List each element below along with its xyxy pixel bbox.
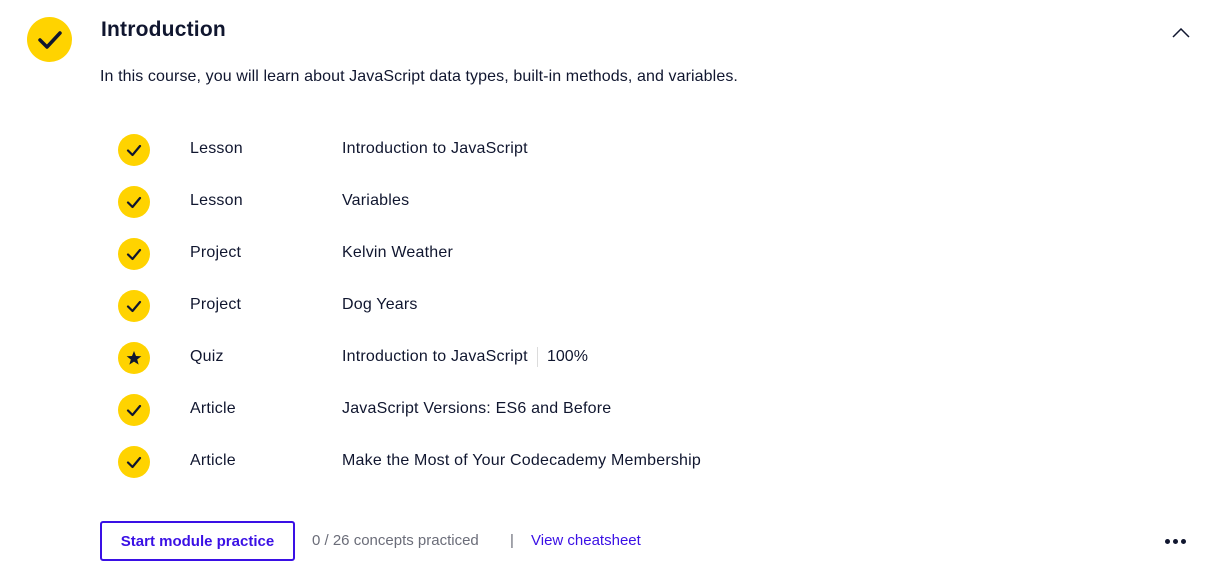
- module-item-row[interactable]: Article Make the Most of Your Codecademy …: [0, 440, 900, 492]
- more-dot: [1180, 538, 1186, 544]
- item-type-label: Project: [190, 296, 242, 313]
- view-cheatsheet-link[interactable]: View cheatsheet: [531, 532, 641, 549]
- item-status-badge: [118, 238, 150, 270]
- module-item-row[interactable]: Lesson Variables: [0, 180, 900, 232]
- item-status-badge: [118, 290, 150, 322]
- item-status-badge: [118, 446, 150, 478]
- star-icon: [126, 351, 142, 365]
- item-title-link[interactable]: Introduction to JavaScript: [342, 348, 528, 366]
- item-status-badge: [118, 134, 150, 166]
- module-title: Introduction: [101, 18, 226, 41]
- item-type-label: Lesson: [190, 140, 243, 157]
- start-module-practice-button[interactable]: Start module practice: [100, 521, 295, 561]
- item-type-label: Article: [190, 400, 236, 417]
- chevron-up-icon: [1172, 28, 1190, 38]
- item-title-link[interactable]: Variables: [342, 192, 409, 210]
- check-icon: [126, 196, 142, 208]
- concepts-practiced-count: 0 / 26 concepts practiced: [312, 532, 479, 549]
- module-item-row[interactable]: Project Dog Years: [0, 284, 900, 336]
- more-options-button[interactable]: [1160, 530, 1190, 552]
- check-icon: [126, 456, 142, 468]
- module-description: In this course, you will learn about Jav…: [100, 68, 738, 85]
- item-title-link[interactable]: Introduction to JavaScript: [342, 140, 528, 158]
- check-icon: [126, 144, 142, 156]
- collapse-button[interactable]: [1168, 22, 1194, 44]
- module-item-row[interactable]: Lesson Introduction to JavaScript: [0, 128, 900, 180]
- item-title-link[interactable]: Make the Most of Your Codecademy Members…: [342, 452, 701, 470]
- item-title-link[interactable]: JavaScript Versions: ES6 and Before: [342, 400, 611, 418]
- item-status-badge: [118, 186, 150, 218]
- item-type-label: Quiz: [190, 348, 224, 365]
- check-icon: [126, 248, 142, 260]
- check-icon: [126, 404, 142, 416]
- more-dot: [1172, 538, 1178, 544]
- item-type-label: Article: [190, 452, 236, 469]
- module-item-row[interactable]: Article JavaScript Versions: ES6 and Befo…: [0, 388, 900, 440]
- item-type-label: Lesson: [190, 192, 243, 209]
- item-status-badge: [118, 342, 150, 374]
- module-item-row[interactable]: Quiz Introduction to JavaScript 100%: [0, 336, 900, 388]
- footer-separator: |: [510, 532, 514, 549]
- item-title-link[interactable]: Dog Years: [342, 296, 418, 314]
- item-title-link[interactable]: Kelvin Weather: [342, 244, 453, 262]
- more-horizontal-icon: [1164, 538, 1170, 544]
- module-item-row[interactable]: Project Kelvin Weather: [0, 232, 900, 284]
- module-status: [27, 17, 72, 62]
- item-type-label: Project: [190, 244, 242, 261]
- item-status-badge: [118, 394, 150, 426]
- quiz-score: 100%: [537, 347, 588, 367]
- check-icon: [37, 30, 62, 49]
- check-icon: [126, 300, 142, 312]
